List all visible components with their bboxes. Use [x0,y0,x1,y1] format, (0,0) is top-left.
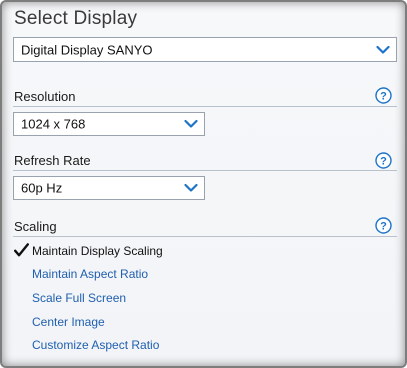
scaling-label: Scaling [14,219,57,234]
scaling-option-scale-full-screen[interactable]: Scale Full Screen [32,291,126,305]
help-icon[interactable]: ? [375,217,392,234]
checkmark-icon [14,243,29,257]
page-title: Select Display [14,8,138,29]
help-icon[interactable]: ? [375,152,392,169]
scaling-option-maintain-aspect-ratio[interactable]: Maintain Aspect Ratio [32,267,148,281]
resolution-divider [13,106,397,107]
refresh-rate-label: Refresh Rate [14,153,91,168]
svg-text:?: ? [380,221,387,233]
scaling-option-center-image[interactable]: Center Image [32,315,105,329]
svg-text:?: ? [380,156,387,168]
resolution-select-value: 1024 x 768 [21,116,86,132]
resolution-select[interactable]: 1024 x 768 [13,112,205,136]
svg-text:?: ? [380,91,387,103]
display-select[interactable]: Digital Display SANYO [13,37,397,62]
chevron-down-icon [184,183,198,192]
scaling-option-customize-aspect-ratio[interactable]: Customize Aspect Ratio [32,338,159,352]
refresh-rate-select[interactable]: 60p Hz [13,176,205,200]
refresh-rate-divider [13,170,397,171]
resolution-label: Resolution [14,89,76,104]
scaling-divider [13,236,397,237]
refresh-rate-select-value: 60p Hz [21,180,63,196]
scaling-option-maintain-display-scaling[interactable]: Maintain Display Scaling [32,244,163,258]
help-icon[interactable]: ? [375,87,392,104]
chevron-down-icon [376,45,390,54]
chevron-down-icon [184,119,198,128]
display-settings-panel: Select Display Digital Display SANYO Res… [0,0,407,368]
display-select-value: Digital Display SANYO [21,42,153,57]
